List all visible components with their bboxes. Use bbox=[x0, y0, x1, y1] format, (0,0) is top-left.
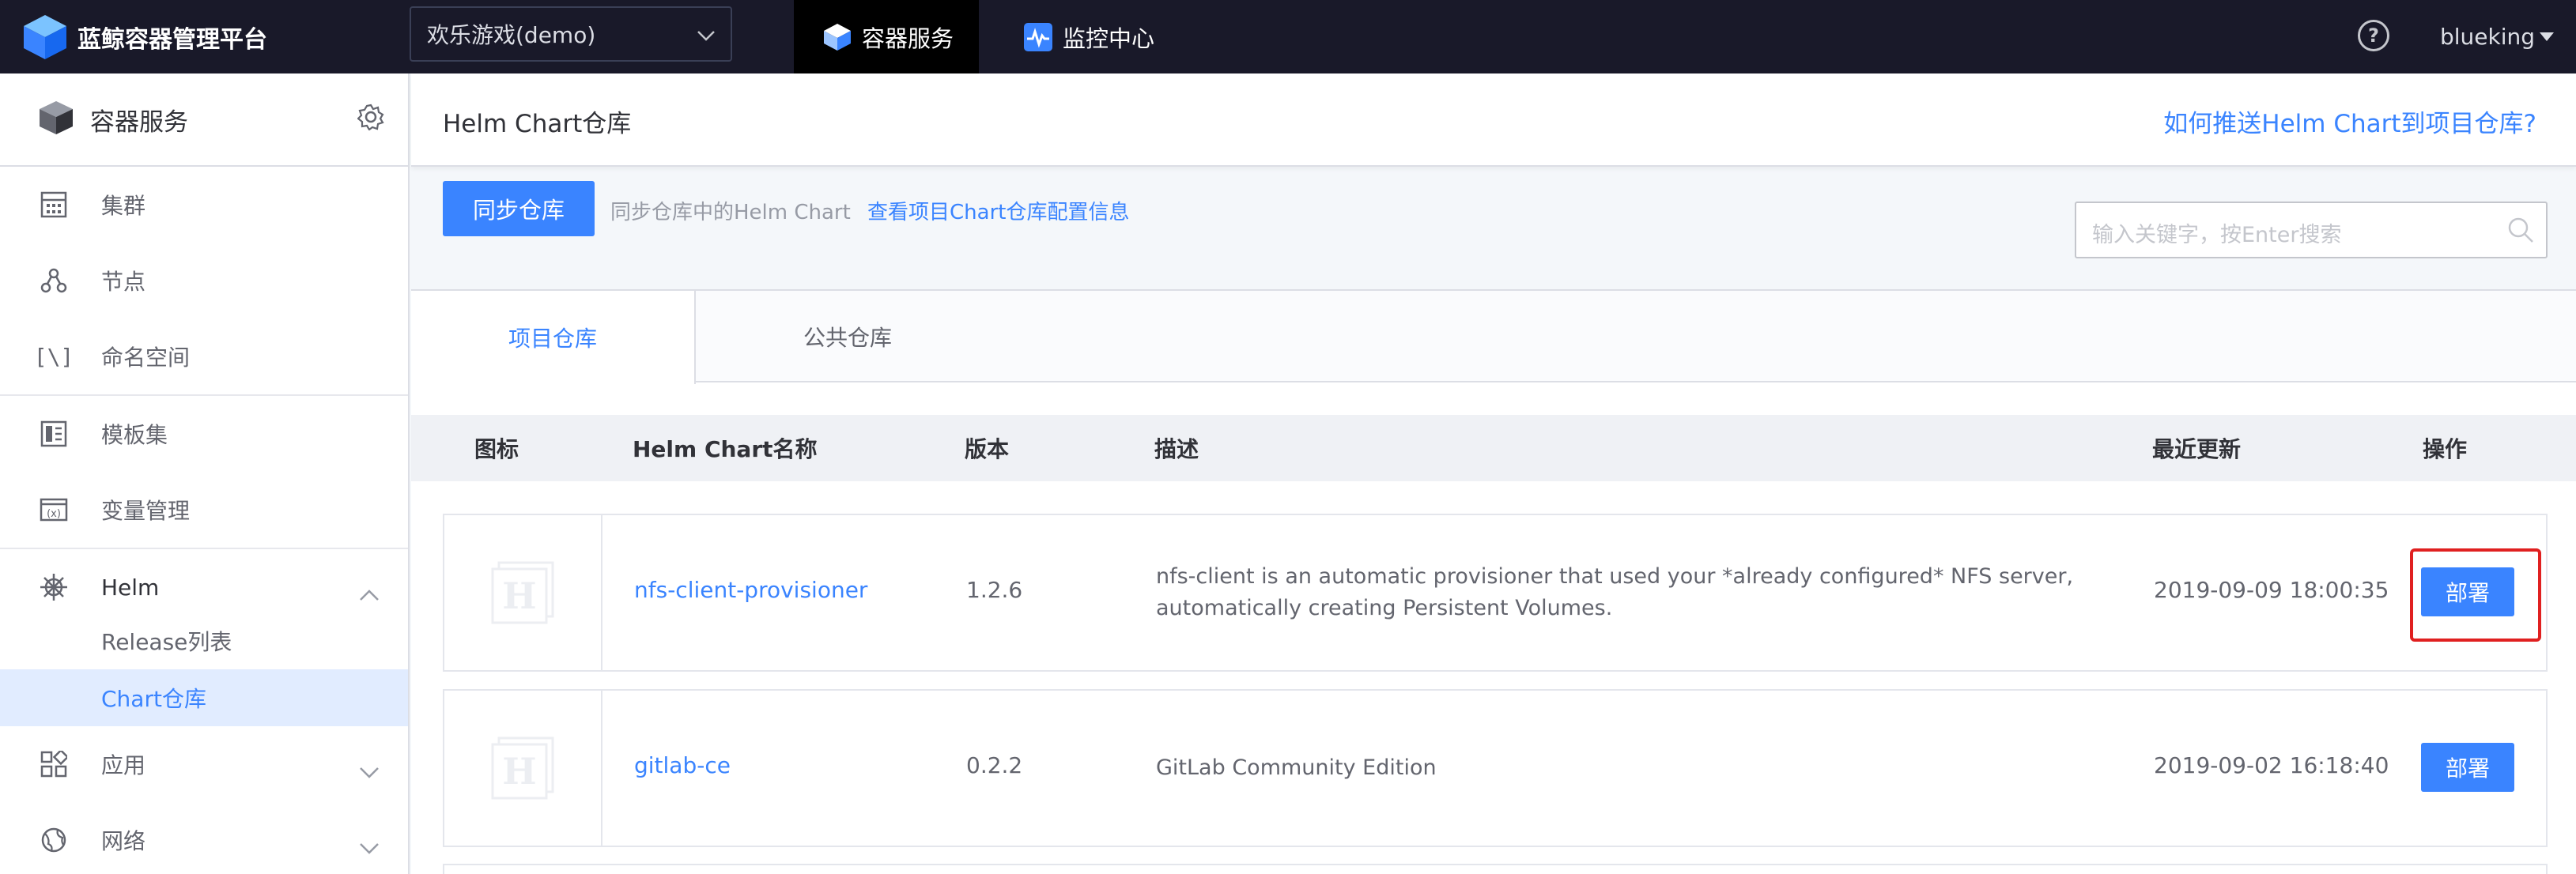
sidebar-title: 容器服务 bbox=[90, 107, 188, 137]
column-header-icon: 图标 bbox=[474, 436, 519, 462]
column-header-updated: 最近更新 bbox=[2152, 436, 2242, 462]
helm-icon bbox=[40, 573, 68, 601]
sidebar-item-variable[interactable]: (x) 变量管理 bbox=[0, 472, 408, 548]
nav-tab-container-service[interactable]: 容器服务 bbox=[794, 0, 979, 73]
tab-public-repo[interactable]: 公共仓库 bbox=[697, 291, 998, 382]
page-title: Helm Chart仓库 bbox=[443, 110, 632, 138]
template-icon bbox=[40, 420, 68, 448]
helm-chart-placeholder-icon: H bbox=[491, 736, 554, 800]
column-header-description: 描述 bbox=[1154, 436, 1199, 462]
sidebar-item-node[interactable]: 节点 bbox=[0, 243, 408, 318]
chart-description-line: GitLab Community Edition bbox=[1156, 755, 1437, 780]
nav-tab-label: 监控中心 bbox=[1063, 24, 1155, 52]
sidebar-item-cluster[interactable]: 集群 bbox=[0, 167, 408, 243]
deploy-button[interactable]: 部署 bbox=[2421, 743, 2514, 792]
user-menu[interactable]: blueking bbox=[2440, 0, 2555, 73]
chevron-down-icon bbox=[696, 25, 716, 49]
sidebar-subitem-label: Release列表 bbox=[101, 629, 232, 655]
chart-description: nfs-client is an automatic provisioner t… bbox=[1156, 561, 2105, 624]
search-input[interactable]: 输入关键字，按Enter搜索 bbox=[2075, 202, 2548, 258]
chart-description-line: automatically creating Persistent Volume… bbox=[1156, 596, 1613, 620]
chevron-down-icon bbox=[359, 758, 380, 784]
top-nav-bar: 蓝鲸容器管理平台 欢乐游戏(demo) 容器服务 监控中心 ? blueking bbox=[0, 0, 2576, 73]
column-header-version: 版本 bbox=[965, 436, 1010, 462]
sidebar-item-label: Helm bbox=[101, 574, 160, 601]
column-header-action: 操作 bbox=[2423, 436, 2468, 462]
project-select-value: 欢乐游戏(demo) bbox=[427, 22, 596, 48]
search-placeholder: 输入关键字，按Enter搜索 bbox=[2092, 223, 2342, 247]
username: blueking bbox=[2440, 24, 2536, 50]
chart-version: 1.2.6 bbox=[966, 577, 1023, 603]
node-icon bbox=[40, 266, 68, 295]
chart-icon-cell: H bbox=[444, 691, 602, 846]
variable-icon: (x) bbox=[40, 495, 68, 524]
sync-hint-text: 同步仓库中的Helm Chart bbox=[610, 201, 851, 224]
sidebar-item-label: 模板集 bbox=[101, 422, 168, 448]
nav-tab-monitor[interactable]: 监控中心 bbox=[995, 0, 1183, 73]
repo-tabs: 项目仓库 公共仓库 bbox=[411, 291, 2576, 384]
sidebar-header: 容器服务 bbox=[0, 73, 408, 167]
gear-icon[interactable] bbox=[357, 104, 384, 134]
chart-name-link[interactable]: nfs-client-provisioner bbox=[634, 577, 867, 603]
repo-config-link[interactable]: 查看项目Chart仓库配置信息 bbox=[867, 196, 1129, 225]
svg-text:H: H bbox=[502, 750, 536, 793]
svg-text:H: H bbox=[502, 575, 536, 617]
column-header-name: Helm Chart名称 bbox=[633, 436, 818, 462]
table-header: 图标 Helm Chart名称 版本 描述 最近更新 操作 bbox=[411, 415, 2576, 481]
page-header: Helm Chart仓库 如何推送Helm Chart到项目仓库? bbox=[411, 73, 2576, 167]
sidebar-item-helm[interactable]: Helm bbox=[0, 549, 408, 625]
sidebar-subitem-label: Chart仓库 bbox=[101, 686, 206, 712]
brand[interactable]: 蓝鲸容器管理平台 bbox=[22, 0, 267, 73]
caret-down-icon bbox=[2540, 32, 2555, 41]
namespace-icon: [\] bbox=[33, 343, 74, 370]
sidebar-item-template[interactable]: 模板集 bbox=[0, 396, 408, 472]
bluking-cube-logo-icon bbox=[22, 13, 68, 61]
table-row-partial bbox=[443, 864, 2548, 874]
chart-name-link[interactable]: gitlab-ce bbox=[634, 752, 731, 778]
highlight-box bbox=[2410, 548, 2541, 642]
container-box-icon bbox=[38, 100, 74, 139]
sidebar-item-label: 命名空间 bbox=[101, 345, 191, 371]
chart-version: 0.2.2 bbox=[966, 752, 1023, 778]
chart-description: GitLab Community Edition bbox=[1156, 752, 2105, 784]
sidebar-subitem-chart-repo[interactable]: Chart仓库 bbox=[0, 669, 408, 726]
sidebar-item-network[interactable]: 网络 bbox=[0, 802, 408, 874]
sidebar-item-label: 变量管理 bbox=[101, 498, 191, 524]
chevron-down-icon bbox=[359, 834, 380, 860]
main-content: Helm Chart仓库 如何推送Helm Chart到项目仓库? 同步仓库 同… bbox=[411, 73, 2576, 874]
chart-updated-time: 2019-09-09 18:00:35 bbox=[2154, 577, 2389, 603]
help-icon[interactable]: ? bbox=[2358, 20, 2389, 51]
app-icon bbox=[40, 750, 68, 778]
cluster-icon bbox=[40, 190, 68, 219]
search-icon[interactable] bbox=[2506, 216, 2535, 247]
network-icon bbox=[40, 826, 68, 854]
cube-icon bbox=[822, 22, 852, 52]
brand-title: 蓝鲸容器管理平台 bbox=[77, 25, 267, 54]
tab-project-repo[interactable]: 项目仓库 bbox=[411, 291, 696, 384]
table-row: H gitlab-ce 0.2.2 GitLab Community Editi… bbox=[443, 689, 2548, 847]
sidebar: 容器服务 集群 节点 [\] 命名空间 模板集 (x) 变量管理 Helm Re… bbox=[0, 73, 410, 874]
chart-description-line: nfs-client is an automatic provisioner t… bbox=[1156, 564, 2074, 589]
sidebar-item-label: 集群 bbox=[101, 193, 146, 219]
sidebar-item-label: 网络 bbox=[101, 828, 146, 854]
helm-chart-placeholder-icon: H bbox=[491, 561, 554, 624]
sidebar-item-label: 应用 bbox=[101, 752, 146, 778]
sidebar-item-app[interactable]: 应用 bbox=[0, 726, 408, 802]
push-chart-help-link[interactable]: 如何推送Helm Chart到项目仓库? bbox=[2163, 104, 2536, 139]
sidebar-item-namespace[interactable]: [\] 命名空间 bbox=[0, 318, 408, 394]
sidebar-item-label: 节点 bbox=[101, 269, 146, 295]
svg-text:(x): (x) bbox=[47, 508, 61, 520]
project-select[interactable]: 欢乐游戏(demo) bbox=[410, 6, 732, 62]
nav-tab-label: 容器服务 bbox=[862, 24, 954, 52]
chevron-up-icon bbox=[359, 581, 380, 607]
chart-icon-cell: H bbox=[444, 515, 602, 670]
monitor-icon bbox=[1023, 22, 1053, 52]
table-row: H nfs-client-provisioner 1.2.6 nfs-clien… bbox=[443, 514, 2548, 672]
sync-repo-button[interactable]: 同步仓库 bbox=[443, 181, 595, 236]
chart-updated-time: 2019-09-02 16:18:40 bbox=[2154, 752, 2389, 778]
